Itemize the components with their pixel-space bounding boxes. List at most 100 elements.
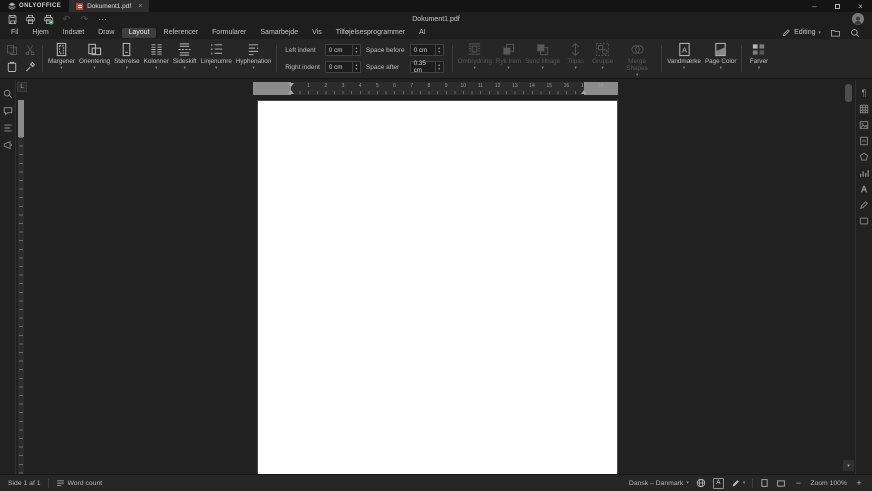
pen-mode-button[interactable]: ▾ — [731, 479, 746, 488]
search-panel-button[interactable] — [2, 88, 14, 99]
stepper-arrows[interactable]: ▴▾ — [352, 62, 360, 72]
tab-hjem[interactable]: Hjem — [26, 28, 54, 38]
navigation-panel-button[interactable] — [2, 122, 14, 133]
window-title: Dokument1.pdf — [0, 12, 872, 26]
fit-width-button[interactable] — [776, 479, 786, 488]
undo-button[interactable]: ↶ — [60, 13, 73, 25]
quick-print-button[interactable] — [42, 13, 55, 25]
space-after-label: Space after — [366, 64, 405, 71]
stepper-arrows[interactable]: ▴▾ — [435, 45, 443, 55]
maximize-button[interactable] — [826, 0, 849, 12]
tab-tilfoejelsesprogrammer[interactable]: Tilføjelsesprogrammer — [330, 28, 411, 38]
print-button[interactable] — [24, 13, 37, 25]
wrapping-button[interactable]: Ombrydning ▾ — [456, 39, 494, 78]
form-settings-button[interactable] — [858, 215, 870, 226]
shape-settings-button[interactable] — [858, 151, 870, 162]
page-size-icon — [119, 42, 134, 57]
set-language-globe-button[interactable] — [696, 478, 706, 488]
document-language-button[interactable]: Dansk – Danmark ▾ — [629, 480, 689, 487]
caret-down-icon: ▾ — [758, 65, 760, 71]
spellcheck-toggle[interactable]: A — [713, 478, 724, 489]
space-before-stepper[interactable]: 0 cm ▴▾ — [410, 44, 444, 56]
editing-mode-button[interactable]: Editing ▾ — [782, 28, 821, 37]
close-tab-icon[interactable]: × — [138, 3, 142, 10]
image-settings-button[interactable] — [858, 119, 870, 130]
zoom-out-button[interactable]: − — [793, 478, 803, 488]
title-bar: ↶ ↷ ··· Dokument1.pdf — [0, 12, 872, 26]
tab-layout[interactable]: Layout — [122, 28, 155, 38]
chart-settings-button[interactable] — [858, 167, 870, 178]
stepper-arrows[interactable]: ▴▾ — [435, 62, 443, 72]
caret-down-icon: ▾ — [686, 480, 689, 486]
search-button[interactable] — [850, 28, 860, 38]
page-size-button[interactable]: Størrelse ▾ — [112, 39, 142, 78]
format-painter-button[interactable] — [23, 60, 37, 74]
document-page[interactable] — [257, 100, 618, 474]
tab-draw[interactable]: Draw — [92, 28, 120, 38]
first-line-indent-marker[interactable] — [288, 83, 294, 87]
document-tab-label: Dokument1.pdf — [87, 3, 131, 10]
group-button[interactable]: Gruppe ▾ — [589, 39, 616, 78]
hyphenation-button[interactable]: Hyphenation ▾ — [234, 39, 273, 78]
scroll-down-button[interactable]: ▾ — [843, 460, 854, 471]
horizontal-ruler[interactable]: 123456789101112131415161718 — [253, 82, 618, 95]
document-tab[interactable]: Dokument1.pdf × — [69, 0, 149, 12]
merge-shapes-button[interactable]: Merge Shapes ▾ — [616, 39, 658, 78]
scrollbar-thumb[interactable] — [845, 84, 852, 102]
header-footer-settings-button[interactable] — [858, 135, 870, 146]
cut-button[interactable] — [23, 43, 37, 57]
customize-quick-access-button[interactable]: ··· — [96, 13, 109, 25]
tab-indsaet[interactable]: Indsæt — [57, 28, 90, 38]
watermark-button[interactable]: A Vandmærke ▾ — [665, 39, 703, 78]
merge-shapes-icon — [630, 42, 645, 57]
indent-spacing-group: Left indent 0 cm ▴▾ Space before 0 cm ▴▾… — [280, 39, 448, 78]
zoom-in-button[interactable]: + — [854, 478, 864, 488]
paste-button[interactable] — [5, 60, 19, 74]
left-indent-marker[interactable] — [288, 90, 294, 94]
bring-forward-button[interactable]: Ryk frem ▾ — [494, 39, 523, 78]
signature-settings-button[interactable] — [858, 199, 870, 210]
table-settings-button[interactable] — [858, 103, 870, 114]
redo-button[interactable]: ↷ — [78, 13, 91, 25]
tab-formularer[interactable]: Formularer — [206, 28, 252, 38]
divider — [48, 479, 49, 488]
close-window-button[interactable]: × — [849, 0, 872, 12]
stepper-arrows[interactable]: ▴▾ — [352, 45, 360, 55]
page-color-button[interactable]: Page Color ▾ — [703, 39, 739, 78]
align-button[interactable]: Tilpas ▾ — [562, 39, 589, 78]
page-break-button[interactable]: Sideskift ▾ — [171, 39, 199, 78]
left-indent-stepper[interactable]: 0 cm ▴▾ — [325, 44, 361, 56]
right-indent-stepper[interactable]: 0 cm ▴▾ — [325, 61, 361, 73]
tab-ai[interactable]: AI — [413, 28, 432, 38]
columns-button[interactable]: Kolonner ▾ — [142, 39, 171, 78]
word-count-button[interactable]: Word count — [56, 479, 103, 488]
pencil-icon — [782, 28, 791, 37]
tab-fil[interactable]: Fil — [5, 28, 24, 38]
open-file-location-button[interactable] — [830, 28, 841, 38]
ruler-left-margin[interactable] — [253, 82, 291, 95]
minimize-button[interactable]: – — [803, 0, 826, 12]
user-avatar[interactable] — [852, 13, 864, 25]
space-after-stepper[interactable]: 0.35 cm ▴▾ — [410, 61, 444, 73]
orientation-button[interactable]: Orientering ▾ — [77, 39, 112, 78]
right-indent-marker[interactable] — [581, 90, 587, 94]
editor-workspace: L 123456789101112131415161718 ▾ ¶ A — [0, 80, 872, 474]
status-bar: Side 1 af 1 Word count Dansk – Danmark ▾… — [0, 474, 872, 491]
app-tab[interactable]: ONLYOFFICE — [0, 0, 69, 12]
vertical-ruler[interactable] — [18, 100, 24, 474]
tab-vis[interactable]: Vis — [306, 28, 328, 38]
tab-referencer[interactable]: Referencer — [158, 28, 205, 38]
textart-settings-button[interactable]: A — [858, 183, 870, 194]
tab-samarbejde[interactable]: Samarbejde — [254, 28, 304, 38]
line-numbers-button[interactable]: Linjenumre ▾ — [199, 39, 234, 78]
send-backward-button[interactable]: Send tilbage ▾ — [523, 39, 562, 78]
margins-button[interactable]: Margener ▾ — [46, 39, 77, 78]
comments-panel-button[interactable] — [2, 105, 14, 116]
save-button[interactable] — [6, 13, 19, 25]
color-scheme-button[interactable]: Farver ▾ — [745, 39, 772, 78]
feedback-button[interactable] — [2, 139, 14, 150]
tab-selector[interactable]: L — [17, 82, 27, 92]
paragraph-settings-button[interactable]: ¶ — [858, 87, 870, 98]
fit-page-button[interactable] — [760, 478, 769, 488]
copy-button[interactable] — [5, 43, 19, 57]
